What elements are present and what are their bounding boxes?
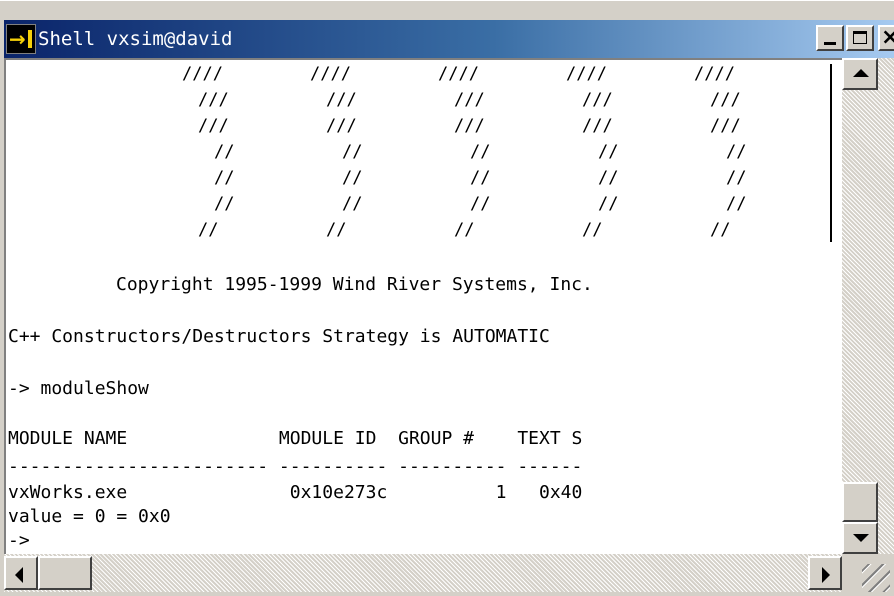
art-slashes: //// bbox=[182, 64, 223, 84]
art-slashes: // bbox=[214, 194, 235, 214]
window-top-frame bbox=[0, 0, 894, 15]
copyright-line: Copyright 1995-1999 Wind River Systems, … bbox=[116, 274, 593, 295]
art-slashes: // bbox=[598, 194, 619, 214]
arrow-up-icon bbox=[853, 69, 869, 77]
art-slashes: /// bbox=[454, 90, 485, 110]
art-slashes: // bbox=[598, 168, 619, 188]
vertical-scrollbar[interactable] bbox=[842, 58, 894, 554]
close-button[interactable]: × bbox=[878, 25, 894, 51]
arrow-down-icon bbox=[853, 534, 869, 542]
art-slashes: // bbox=[470, 142, 491, 162]
client-area: //// //// //// //// //// /// /// /// ///… bbox=[4, 58, 894, 596]
shell-prompt[interactable]: -> bbox=[8, 530, 30, 552]
arrow-left-icon bbox=[15, 567, 23, 583]
art-slashes: // bbox=[710, 220, 731, 240]
art-vertical-line bbox=[830, 64, 832, 242]
art-slashes: //// bbox=[694, 64, 735, 84]
module-table-row: vxWorks.exe 0x10e273c 1 0x40 bbox=[8, 482, 583, 503]
command-line: -> moduleShow bbox=[8, 378, 149, 399]
art-slashes: // bbox=[582, 220, 603, 240]
art-slashes: /// bbox=[326, 116, 357, 136]
scroll-left-button[interactable] bbox=[4, 556, 38, 590]
scroll-down-button[interactable] bbox=[842, 522, 878, 554]
art-slashes: // bbox=[470, 194, 491, 214]
art-slashes: // bbox=[326, 220, 347, 240]
art-slashes: /// bbox=[198, 90, 229, 110]
art-slashes: // bbox=[454, 220, 475, 240]
terminal-output[interactable]: //// //// //// //// //// /// /// /// ///… bbox=[4, 58, 842, 554]
shell-app-icon[interactable]: → bbox=[6, 24, 36, 54]
scroll-right-button[interactable] bbox=[808, 556, 842, 590]
maximize-button[interactable] bbox=[846, 25, 874, 51]
art-slashes: /// bbox=[198, 116, 229, 136]
art-slashes: /// bbox=[326, 90, 357, 110]
close-icon: × bbox=[881, 25, 894, 50]
art-slashes: // bbox=[726, 194, 747, 214]
art-slashes: /// bbox=[582, 90, 613, 110]
art-slashes: /// bbox=[710, 116, 741, 136]
arrow-right-icon bbox=[822, 567, 830, 583]
resize-grip[interactable] bbox=[842, 554, 894, 596]
art-slashes: // bbox=[598, 142, 619, 162]
art-slashes: // bbox=[214, 142, 235, 162]
strategy-line: C++ Constructors/Destructors Strategy is… bbox=[8, 326, 550, 347]
minimize-button[interactable] bbox=[816, 25, 844, 51]
maximize-icon bbox=[853, 31, 867, 44]
module-table-header: MODULE NAME MODULE ID GROUP # TEXT S bbox=[8, 428, 583, 449]
horizontal-scrollbar[interactable] bbox=[4, 554, 842, 592]
arrow-glyph: → bbox=[9, 27, 26, 51]
art-slashes: // bbox=[726, 168, 747, 188]
art-slashes: // bbox=[342, 168, 363, 188]
art-slashes: // bbox=[214, 168, 235, 188]
art-slashes: //// bbox=[438, 64, 479, 84]
art-slashes: //// bbox=[566, 64, 607, 84]
art-slashes: /// bbox=[710, 90, 741, 110]
minimize-icon bbox=[824, 42, 836, 45]
art-slashes: // bbox=[198, 220, 219, 240]
art-slashes: // bbox=[470, 168, 491, 188]
title-bar[interactable]: → Shell vxsim@david × bbox=[4, 20, 894, 58]
art-slashes: /// bbox=[454, 116, 485, 136]
art-slashes: // bbox=[726, 142, 747, 162]
scroll-up-button[interactable] bbox=[842, 58, 878, 90]
vertical-scroll-thumb[interactable] bbox=[842, 482, 878, 522]
art-slashes: // bbox=[342, 194, 363, 214]
shell-window: → Shell vxsim@david × //// //// //// ///… bbox=[0, 0, 894, 596]
horizontal-scroll-thumb[interactable] bbox=[38, 556, 92, 590]
art-slashes: // bbox=[342, 142, 363, 162]
art-slashes: //// bbox=[310, 64, 351, 84]
art-slashes: /// bbox=[582, 116, 613, 136]
cursor-bar-glyph bbox=[28, 30, 32, 48]
return-value-line: value = 0 = 0x0 bbox=[8, 506, 171, 527]
resize-grip-icon bbox=[862, 564, 890, 592]
module-table-separator: ------------------------ ---------- ----… bbox=[8, 456, 583, 477]
window-title: Shell vxsim@david bbox=[38, 28, 233, 50]
